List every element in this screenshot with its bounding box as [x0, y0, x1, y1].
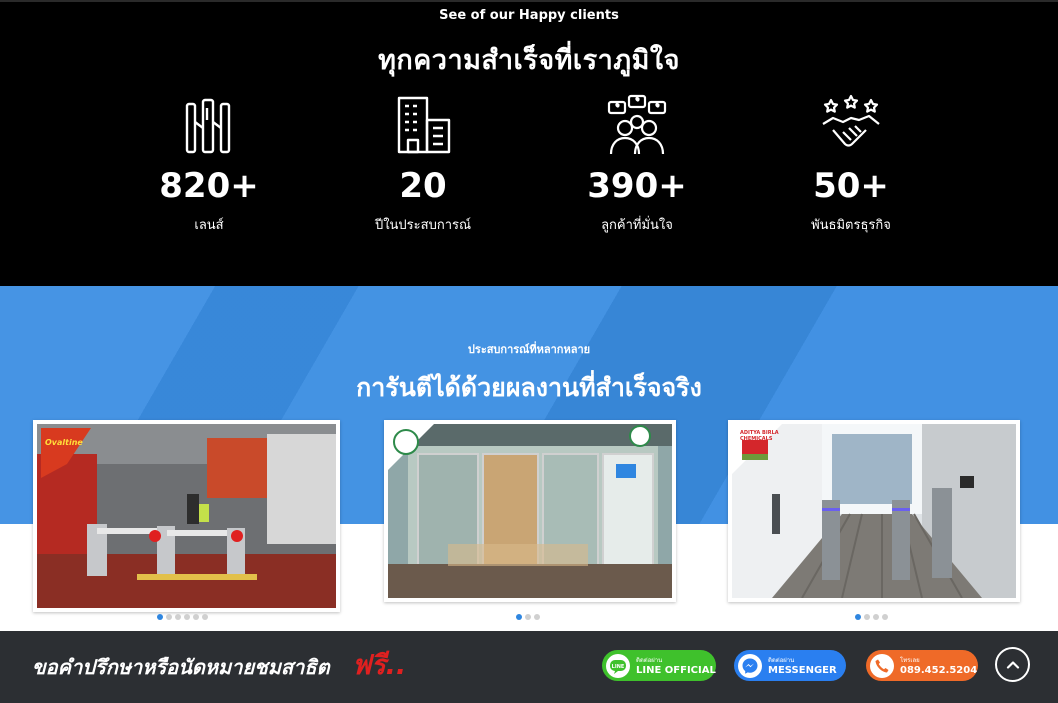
stats-eyebrow: See of our Happy clients [439, 8, 619, 23]
carousel-dot[interactable] [166, 614, 172, 620]
line-icon: LINE [606, 653, 630, 678]
stat-label: ลูกค้าที่มั่นใจ [601, 218, 673, 233]
carousel-dot[interactable] [516, 614, 522, 620]
phone-icon [870, 653, 894, 678]
cta-message: ขอคำปรึกษาหรือนัดหมายชมสาธิต [32, 655, 330, 679]
svg-text:LINE: LINE [612, 664, 625, 670]
factory-turnstile-photo: Ovaltine [37, 424, 336, 608]
stat-item-partners: 50+ พันธมิตรธุรกิจ [751, 94, 951, 235]
call-small-text: โทรเลย [900, 656, 920, 664]
carousel-dots-factory[interactable] [157, 614, 208, 622]
stat-label: เลนส์ [194, 218, 224, 233]
turnstile-gate-icon [185, 98, 231, 154]
carousel-dot[interactable] [864, 614, 870, 620]
portfolio-eyebrow: ประสบการณ์ที่หลากหลาย [467, 343, 591, 356]
carousel-dots-corridor[interactable] [855, 614, 888, 622]
messenger-icon [738, 653, 762, 678]
cta-free-label: ฟรี.. [352, 650, 407, 681]
carousel-dots-lobby[interactable] [516, 614, 540, 622]
carousel-dot[interactable] [184, 614, 190, 620]
card-logo-text: Ovaltine [45, 438, 83, 447]
stats-title: ทุกความสำเร็จที่เราภูมิใจ [378, 45, 680, 76]
carousel-dot[interactable] [882, 614, 888, 620]
line-small-text: ติดต่อผ่าน [636, 656, 663, 664]
call-button[interactable]: โทรเลย 089.452.5204 [866, 650, 978, 681]
stat-value: 390+ [587, 166, 687, 206]
stats-section: See of our Happy clients ทุกความสำเร็จที… [0, 0, 1058, 286]
portfolio-card-corridor[interactable]: ADITYA BIRLA CHEMICALS [728, 420, 1020, 602]
carousel-dot[interactable] [534, 614, 540, 620]
messenger-small-text: ติดต่อผ่าน [768, 656, 795, 664]
stat-label: พันธมิตรธุรกิจ [811, 218, 891, 233]
office-building-icon [397, 96, 451, 154]
happy-customers-icon [607, 94, 667, 155]
carousel-dot[interactable] [193, 614, 199, 620]
stat-value: 50+ [813, 166, 889, 206]
carousel-dot[interactable] [855, 614, 861, 620]
glass-door-lobby-photo [388, 424, 672, 598]
card-logo-text: ADITYA BIRLA CHEMICALS [740, 430, 779, 442]
portfolio-card-lobby[interactable] [384, 420, 676, 602]
cta-bar: ขอคำปรึกษาหรือนัดหมายชมสาธิต ฟรี.. LINE … [0, 631, 1058, 703]
portfolio-card-factory[interactable]: Ovaltine [33, 420, 340, 612]
carousel-dot[interactable] [873, 614, 879, 620]
phone-number: 089.452.5204 [900, 664, 978, 676]
carousel-dot[interactable] [157, 614, 163, 620]
chevron-up-icon [1006, 660, 1019, 669]
portfolio-section: ประสบการณ์ที่หลากหลาย การันตีได้ด้วยผลงา… [0, 286, 1058, 631]
line-label: LINE OFFICIAL [636, 664, 716, 676]
stat-item-customers: 390+ ลูกค้าที่มั่นใจ [537, 94, 737, 235]
carousel-dot[interactable] [202, 614, 208, 620]
stat-item-years: 20 ปีในประสบการณ์ [323, 94, 523, 235]
messenger-button[interactable]: ติดต่อผ่าน MESSENGER [734, 650, 846, 681]
carousel-dot[interactable] [525, 614, 531, 620]
speed-gate-corridor-photo: ADITYA BIRLA CHEMICALS [732, 424, 1016, 598]
handshake-stars-icon [822, 94, 880, 147]
stat-value: 820+ [159, 166, 259, 206]
stat-label: ปีในประสบการณ์ [374, 218, 472, 233]
portfolio-title: การันตีได้ด้วยผลงานที่สำเร็จจริง [356, 373, 702, 402]
scroll-to-top-button[interactable] [995, 647, 1030, 682]
stat-item-lanes: 820+ เลนส์ [109, 94, 309, 235]
carousel-dot[interactable] [175, 614, 181, 620]
messenger-label: MESSENGER [768, 664, 837, 676]
line-official-button[interactable]: LINE ติดต่อผ่าน LINE OFFICIAL [602, 650, 716, 681]
stat-value: 20 [399, 166, 447, 206]
